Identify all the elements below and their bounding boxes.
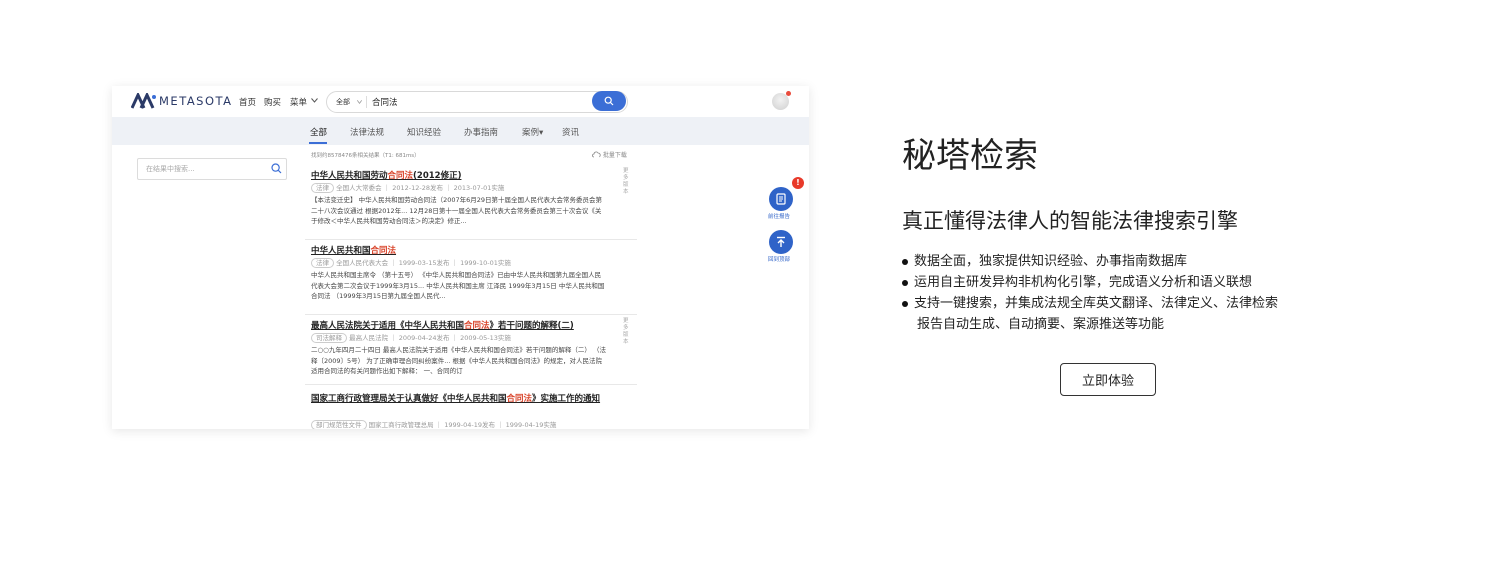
back-to-top-icon	[777, 236, 785, 247]
notification-dot	[786, 91, 791, 96]
report-badge: !	[792, 177, 804, 189]
more-versions-link[interactable]: 更多版本	[623, 168, 631, 196]
result-item: 国家工商行政管理局关于认真做好《中华人民共和国合同法》实施工作的通知 部门规范性…	[305, 384, 637, 429]
tab-guides[interactable]: 办事指南	[464, 126, 498, 138]
tab-knowledge[interactable]: 知识经验	[407, 126, 441, 138]
result-type-tag: 司法解释	[311, 333, 347, 343]
go-to-report-button[interactable]	[769, 187, 793, 211]
result-title[interactable]: 中华人民共和国合同法	[311, 244, 396, 256]
search-icon	[604, 96, 614, 106]
brand-name: METASOTA	[159, 94, 233, 108]
result-type-tag: 法律	[311, 183, 334, 193]
search-icon[interactable]	[271, 163, 282, 174]
cloud-download-icon	[592, 151, 601, 158]
result-stats: 找到约8578476条相关结果（T1: 681ms）	[311, 153, 420, 159]
go-to-report-label[interactable]: 前往报告	[768, 212, 790, 220]
category-tabs: 全部 法律法规 知识经验 办事指南 案例▾ 资讯	[112, 117, 809, 145]
report-icon	[776, 193, 786, 205]
feature-item: 支持一键搜索，并集成法规全库英文翻译、法律定义、法律检索	[902, 293, 1322, 314]
search-bar[interactable]: 全部 合同法	[326, 91, 628, 113]
result-item: 中华人民共和国合同法 法律 全国人民代表大会 ｜ 1999-03-15发布 ｜ …	[305, 239, 637, 315]
more-versions-link[interactable]: 更多版本	[623, 318, 631, 346]
nav-home[interactable]: 首页	[239, 96, 256, 108]
result-meta: 部门规范性文件 国家工商行政管理总局 ｜ 1999-04-19发布 ｜ 1999…	[311, 419, 556, 429]
result-title[interactable]: 中华人民共和国劳动合同法(2012修正)	[311, 169, 461, 181]
promo-subtitle: 真正懂得法律人的智能法律搜索引擎	[902, 209, 1238, 233]
batch-download-label: 批量下载	[602, 152, 627, 159]
search-scope-select[interactable]: 全部	[336, 97, 350, 107]
metasota-logo-icon	[131, 93, 156, 109]
tab-laws[interactable]: 法律法规	[350, 126, 384, 138]
result-type-tag: 部门规范性文件	[311, 420, 367, 429]
search-input[interactable]: 合同法	[372, 96, 398, 108]
try-now-button[interactable]: 立即体验	[1060, 363, 1156, 396]
top-navbar: METASOTA 首页 购买 菜单 全部 合同法	[112, 86, 809, 117]
result-type-tag: 法律	[311, 258, 334, 268]
promo-title: 秘塔检索	[902, 136, 1038, 176]
result-meta: 法律 全国人民代表大会 ｜ 1999-03-15发布 ｜ 1999-10-01实…	[311, 257, 511, 268]
result-snippet: 中华人民共和国主席令 （第十五号） 《中华人民共和国合同法》已由中华人民共和国第…	[311, 271, 605, 300]
search-button[interactable]	[592, 91, 626, 111]
filter-placeholder: 在结果中搜索...	[146, 165, 195, 173]
tab-cases[interactable]: 案例▾	[522, 126, 543, 138]
product-screenshot: METASOTA 首页 购买 菜单 全部 合同法 全部 法律法规 知识经验 办事…	[112, 86, 809, 429]
scope-chevron-icon	[357, 100, 362, 104]
tab-news[interactable]: 资讯	[562, 126, 579, 138]
active-tab-indicator	[309, 142, 327, 144]
feature-item-continuation: 报告自动生成、自动摘要、案源推送等功能	[917, 317, 1165, 332]
result-title[interactable]: 国家工商行政管理局关于认真做好《中华人民共和国合同法》实施工作的通知	[311, 393, 611, 405]
scope-divider	[366, 96, 367, 108]
result-title[interactable]: 最高人民法院关于适用《中华人民共和国合同法》若干问题的解释(二)	[311, 319, 574, 331]
result-item: 最高人民法院关于适用《中华人民共和国合同法》若干问题的解释(二) 司法解释 最高…	[305, 314, 637, 385]
nav-buy[interactable]: 购买	[264, 96, 281, 108]
chevron-down-icon[interactable]	[311, 98, 318, 103]
nav-menu[interactable]: 菜单	[290, 96, 307, 108]
feature-list: 数据全面，独家提供知识经验、办事指南数据库 运用自主研发异构非机构化引擎，完成语…	[902, 251, 1322, 335]
result-snippet: 二○○九年四月二十四日 最高人民法院关于适用《中华人民共和国合同法》若干问题的解…	[311, 346, 606, 375]
feature-item: 运用自主研发异构非机构化引擎，完成语义分析和语义联想	[902, 272, 1322, 293]
feature-item: 数据全面，独家提供知识经验、办事指南数据库	[902, 251, 1322, 272]
result-meta: 法律 全国人大常委会 ｜ 2012-12-28发布 ｜ 2013-07-01实施	[311, 182, 504, 193]
result-meta: 司法解释 最高人民法院 ｜ 2009-04-24发布 ｜ 2009-05-13实…	[311, 332, 511, 343]
filter-search-input[interactable]: 在结果中搜索...	[137, 158, 287, 180]
result-item: 中华人民共和国劳动合同法(2012修正) 法律 全国人大常委会 ｜ 2012-1…	[305, 164, 637, 240]
back-to-top-button[interactable]	[769, 230, 793, 254]
tab-all[interactable]: 全部	[310, 126, 327, 138]
batch-download-link[interactable]: 批量下载	[592, 150, 627, 159]
back-to-top-label[interactable]: 回到顶部	[768, 255, 790, 263]
result-snippet: 【本法变迁史】 中华人民共和国劳动合同法（2007年6月29日第十届全国人民代表…	[311, 196, 603, 225]
